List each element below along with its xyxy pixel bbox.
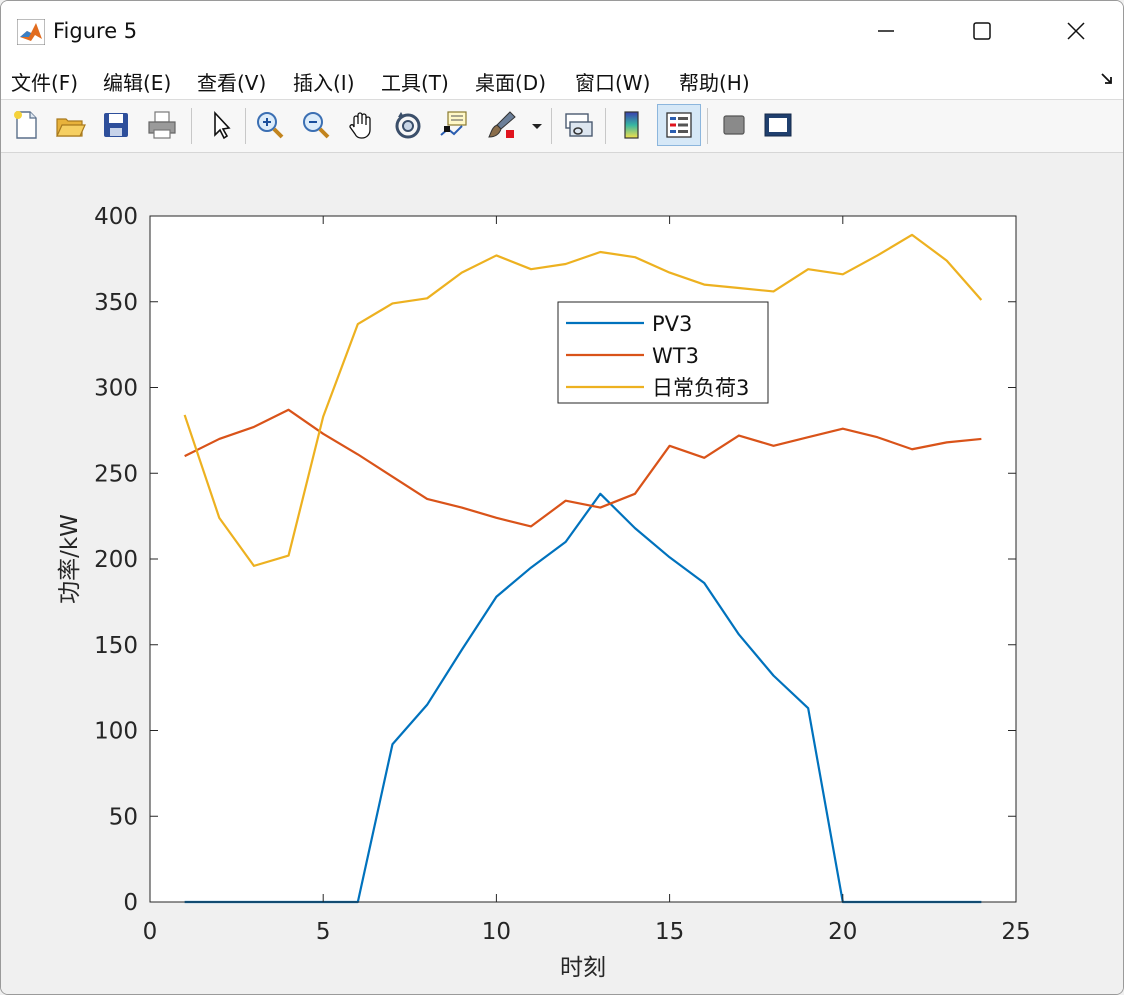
link-plot-icon [565,113,593,137]
colorbar-button[interactable] [613,106,651,144]
print-icon [148,111,176,139]
y-tick-label: 200 [94,547,138,573]
toolbar-separator [605,108,606,144]
legend[interactable]: PV3 WT3 日常负荷3 [557,301,769,404]
chevron-down-icon [532,124,542,129]
x-tick-label: 5 [316,919,331,945]
toolbar-separator [245,108,246,144]
new-figure-button[interactable] [7,106,45,144]
menu-edit[interactable]: 编辑(E) [103,67,171,96]
y-tick-label: 400 [94,204,138,230]
save-button[interactable] [97,106,135,144]
minimize-button[interactable] [863,13,909,49]
x-tick-label: 20 [828,919,857,945]
colorbar-icon [624,111,639,139]
zoom-out-icon [303,112,330,139]
link-plot-button[interactable] [559,106,597,144]
legend-label: WT3 [652,344,699,368]
y-tick-label: 0 [123,890,138,916]
window-title: Figure 5 [53,19,138,43]
figure-toolbar [1,100,1123,153]
toolbar-separator [551,108,552,144]
y-tick-label: 300 [94,376,138,402]
menu-window[interactable]: 窗口(W) [575,67,650,96]
legend-button[interactable] [657,104,701,146]
legend-label: PV3 [652,312,692,336]
hide-plot-tools-button[interactable] [715,106,753,144]
close-icon [1067,22,1085,40]
x-tick-label: 25 [1001,919,1030,945]
rotate-3d-button[interactable] [389,106,427,144]
toolbar-separator [191,108,192,144]
dock-arrow-icon[interactable] [1099,71,1115,87]
toolbar-separator [707,108,708,144]
figure-canvas: 0 5 10 15 20 25 0 50 100 150 200 250 300 350 400 PV3 WT… [1,153,1123,994]
x-tick-label: 10 [482,919,511,945]
menu-view[interactable]: 查看(V) [197,67,266,96]
menu-bar: 文件(F) 编辑(E) 查看(V) 插入(I) 工具(T) 桌面(D) 窗口(W… [1,61,1123,100]
save-icon [104,113,128,137]
data-cursor-icon [440,111,467,136]
y-tick-label: 150 [94,633,138,659]
brush-icon [488,111,516,138]
x-axis-label: 时刻 [560,955,606,981]
brush-dropdown[interactable] [527,106,547,144]
x-tick-label: 15 [655,919,684,945]
open-file-button[interactable] [51,106,89,144]
zoom-in-icon [257,112,284,139]
minimize-icon [878,30,894,32]
brush-button[interactable] [483,106,521,144]
maximize-button[interactable] [959,13,1005,49]
data-cursor-button[interactable] [435,106,473,144]
maximize-icon [973,22,991,40]
menu-help[interactable]: 帮助(H) [679,67,750,96]
show-plot-tools-button[interactable] [759,106,797,144]
hide-plot-tools-icon [723,115,745,135]
menu-desktop[interactable]: 桌面(D) [475,67,546,96]
pan-hand-icon [349,112,371,139]
rotate-3d-icon [395,112,421,139]
title-bar: Figure 5 [1,1,1123,61]
y-tick-label: 350 [94,290,138,316]
open-file-icon [56,118,86,137]
x-tick-label: 0 [143,919,158,945]
zoom-in-button[interactable] [251,106,289,144]
select-button[interactable] [201,106,239,144]
pan-button[interactable] [343,106,381,144]
legend-label: 日常负荷3 [652,376,749,400]
menu-tools[interactable]: 工具(T) [381,67,449,96]
close-button[interactable] [1053,13,1099,49]
line-chart: 0 5 10 15 20 25050100150200250300350400 PV3WT… [57,204,1031,981]
matlab-logo-icon [17,19,45,45]
select-arrow-icon [214,110,231,140]
y-axis-label: 功率/kW [57,514,83,604]
menu-insert[interactable]: 插入(I) [293,67,355,96]
legend-icon [666,112,692,138]
new-figure-icon [14,111,37,139]
y-tick-label: 50 [109,804,138,830]
y-tick-label: 100 [94,719,138,745]
show-plot-tools-icon [764,113,792,137]
figure-window: Figure 5 文件(F) 编辑(E) 查看(V) 插入(I) 工具(T) 桌… [0,0,1124,995]
y-tick-label: 250 [94,461,138,487]
zoom-out-button[interactable] [297,106,335,144]
menu-file[interactable]: 文件(F) [11,67,78,96]
print-button[interactable] [143,106,181,144]
